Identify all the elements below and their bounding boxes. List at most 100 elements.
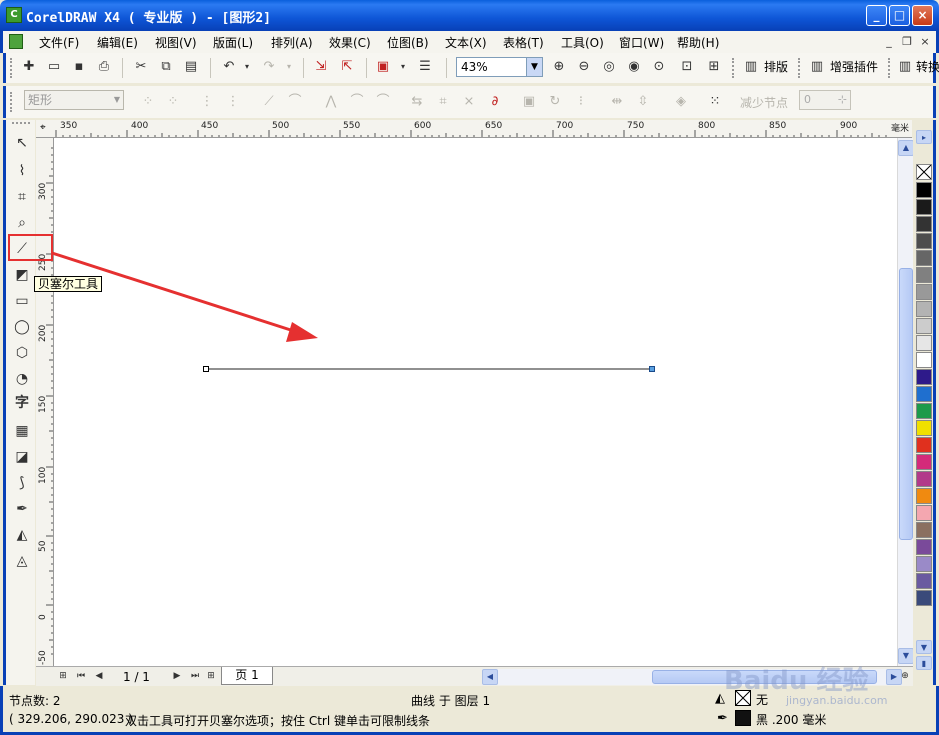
previous-page-icon[interactable]: ◀ [92,669,106,683]
fill-tool-icon[interactable]: ◭ [11,524,33,546]
vertical-scroll-thumb[interactable] [899,268,913,540]
zoom-tool-icon[interactable]: ⌕ [11,212,33,234]
convert-plugin-button[interactable]: 转换 [916,58,939,75]
redo-icon[interactable]: ↷ [258,56,280,78]
color-swatch[interactable] [916,471,932,487]
color-swatch[interactable] [916,318,932,334]
cut-icon[interactable]: ✂ [130,56,152,78]
welcome-screen-icon[interactable]: ☰ [414,56,436,78]
add-page-after-icon[interactable]: ⊞ [204,669,218,683]
toolbar-grip[interactable] [10,58,14,78]
toolbar-grip[interactable] [798,58,802,78]
table-tool-icon[interactable]: ▦ [11,420,33,442]
interactive-blend-tool-icon[interactable]: ◪ [11,446,33,468]
outline-pen-icon[interactable]: ✒ [717,711,728,726]
launcher-dropdown-icon[interactable]: ▾ [392,56,414,78]
palette-flyout-icon[interactable]: ▮ [916,656,932,670]
color-swatch[interactable] [916,250,932,266]
save-icon[interactable]: ▪ [68,56,90,78]
menu-tools[interactable]: 工具(O) [561,34,604,51]
export-icon[interactable]: ⇱ [336,56,358,78]
reflect-horizontal-icon[interactable]: ⇹ [606,91,628,113]
convert-plugin-icon[interactable]: ▥ [894,56,916,78]
extract-subpath-icon[interactable]: ⨯ [458,91,480,113]
toolbar-grip[interactable] [732,58,736,78]
pick-tool-icon[interactable]: ↖ [11,132,33,154]
drawing-canvas[interactable] [54,138,897,666]
color-swatch[interactable] [916,454,932,470]
align-nodes-icon[interactable]: ⁝ [570,91,592,113]
zoom-height-icon[interactable]: ⊞ [703,56,725,78]
reduce-nodes-button[interactable]: 减少节点 [740,94,788,111]
menu-text[interactable]: 文本(X) [445,34,487,51]
application-launcher-icon[interactable]: ▣ [372,56,394,78]
menu-edit[interactable]: 编辑(E) [97,34,138,51]
shape-type-select[interactable]: 矩形 ▼ [24,90,124,110]
menu-effects[interactable]: 效果(C) [329,34,371,51]
menu-help[interactable]: 帮助(H) [677,34,719,51]
close-button[interactable]: × [912,5,933,26]
color-swatch[interactable] [916,335,932,351]
curve-smoothness-input[interactable]: 0 ⊹ [799,90,851,110]
color-swatch[interactable] [916,505,932,521]
menu-table[interactable]: 表格(T) [503,34,544,51]
color-swatch[interactable] [916,216,932,232]
no-color-swatch[interactable] [916,164,932,180]
reflect-vertical-icon[interactable]: ⇳ [632,91,654,113]
undo-dropdown-icon[interactable]: ▾ [236,56,258,78]
chevron-down-icon[interactable]: ▼ [526,58,542,76]
navigator-icon[interactable]: ⊕ [898,669,912,683]
palette-expand-icon[interactable]: ▸ [916,130,932,144]
delete-node-icon[interactable]: ⁘ [162,91,184,113]
menu-file[interactable]: 文件(F) [39,34,79,51]
smart-fill-tool-icon[interactable]: ◩ [11,264,33,286]
close-curve-icon[interactable]: ∂ [484,91,506,113]
scroll-left-icon[interactable]: ◀ [482,669,498,685]
color-swatch[interactable] [916,386,932,402]
menu-layout[interactable]: 版面(L) [213,34,253,51]
symmetrical-node-icon[interactable]: ⌒ [372,91,394,113]
layout-plugin-button[interactable]: 排版 [764,58,788,75]
outline-color-swatch[interactable] [735,710,751,726]
color-swatch[interactable] [916,573,932,589]
document-icon[interactable] [9,34,23,49]
drawn-curve[interactable] [54,138,897,666]
color-swatch[interactable] [916,539,932,555]
add-node-icon[interactable]: ⁘ [137,91,159,113]
color-swatch[interactable] [916,182,932,198]
basic-shapes-tool-icon[interactable]: ◔ [11,368,33,390]
layout-plugin-icon[interactable]: ▥ [740,56,762,78]
enhance-plugin-button[interactable]: 增强插件 [830,58,878,75]
page-tab[interactable]: 页 1 [221,667,273,685]
enhance-plugin-icon[interactable]: ▥ [806,56,828,78]
color-swatch[interactable] [916,233,932,249]
color-swatch[interactable] [916,284,932,300]
scroll-down-icon[interactable]: ▼ [898,648,914,664]
zoom-page-icon[interactable]: ⊙ [648,56,670,78]
convert-to-curve-icon[interactable]: ⌒ [284,91,306,113]
end-node-handle[interactable] [649,366,655,372]
shape-tool-icon[interactable]: ⌇ [11,160,33,182]
color-swatch[interactable] [916,522,932,538]
break-curve-icon[interactable]: ⋮ [222,91,244,113]
menu-view[interactable]: 视图(V) [155,34,197,51]
redo-dropdown-icon[interactable]: ▾ [278,56,300,78]
print-icon[interactable]: ⎙ [93,56,115,78]
menu-bitmap[interactable]: 位图(B) [387,34,429,51]
new-icon[interactable]: ✚ [18,56,40,78]
text-tool-icon[interactable]: 字 [11,392,33,414]
color-swatch[interactable] [916,301,932,317]
ellipse-tool-icon[interactable]: ◯ [11,316,33,338]
zoom-all-objects-icon[interactable]: ◉ [623,56,645,78]
copy-icon[interactable]: ⧉ [155,56,177,78]
reverse-direction-icon[interactable]: ⇆ [406,91,428,113]
stretch-nodes-icon[interactable]: ▣ [518,91,540,113]
zoom-width-icon[interactable]: ⊡ [676,56,698,78]
toolbar-grip[interactable] [888,58,892,78]
crop-tool-icon[interactable]: ⌗ [11,186,33,208]
menu-window[interactable]: 窗口(W) [619,34,664,51]
import-icon[interactable]: ⇲ [310,56,332,78]
zoom-out-icon[interactable]: ⊖ [573,56,595,78]
next-page-icon[interactable]: ▶ [170,669,184,683]
select-all-nodes-icon[interactable]: ⁙ [704,91,726,113]
